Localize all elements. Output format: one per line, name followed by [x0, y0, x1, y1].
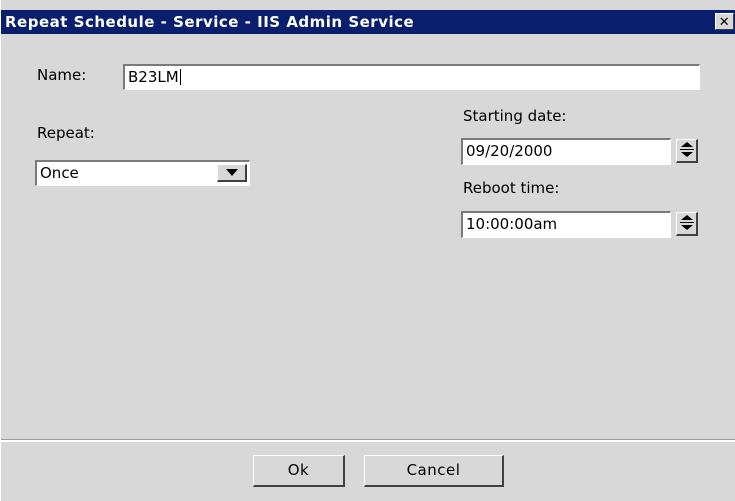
footer-divider: [1, 439, 735, 442]
text-caret: [179, 69, 181, 85]
starting-date-label: Starting date:: [463, 107, 567, 125]
starting-date-value: 09/20/2000: [466, 142, 553, 160]
repeat-schedule-dialog: Repeat Schedule - Service - IIS Admin Se…: [0, 0, 735, 501]
repeat-select[interactable]: Once: [35, 160, 250, 186]
starting-date-spinner-icon[interactable]: [676, 139, 698, 163]
reboot-time-field[interactable]: 10:00:00am: [461, 211, 671, 238]
close-icon[interactable]: ✕: [715, 13, 734, 30]
chevron-down-icon[interactable]: [217, 164, 247, 182]
repeat-label: Repeat:: [37, 124, 95, 142]
reboot-time-value: 10:00:00am: [466, 215, 558, 233]
repeat-value: Once: [40, 164, 79, 182]
name-value: B23LM: [128, 68, 179, 86]
window-title: Repeat Schedule - Service - IIS Admin Se…: [5, 13, 415, 31]
title-bar: Repeat Schedule - Service - IIS Admin Se…: [1, 10, 735, 34]
spin-up-icon[interactable]: [681, 215, 693, 220]
spin-down-icon[interactable]: [681, 225, 693, 230]
ok-button[interactable]: Ok: [253, 455, 345, 487]
spin-divider: [680, 149, 694, 150]
spin-down-icon[interactable]: [681, 152, 693, 157]
starting-date-field[interactable]: 09/20/2000: [461, 138, 671, 165]
reboot-time-label: Reboot time:: [463, 179, 560, 197]
name-label: Name:: [37, 66, 87, 84]
reboot-time-spinner-icon[interactable]: [676, 212, 698, 236]
cancel-button[interactable]: Cancel: [364, 455, 504, 487]
name-field[interactable]: B23LM: [123, 64, 700, 90]
spin-divider: [680, 222, 694, 223]
spin-up-icon[interactable]: [681, 142, 693, 147]
